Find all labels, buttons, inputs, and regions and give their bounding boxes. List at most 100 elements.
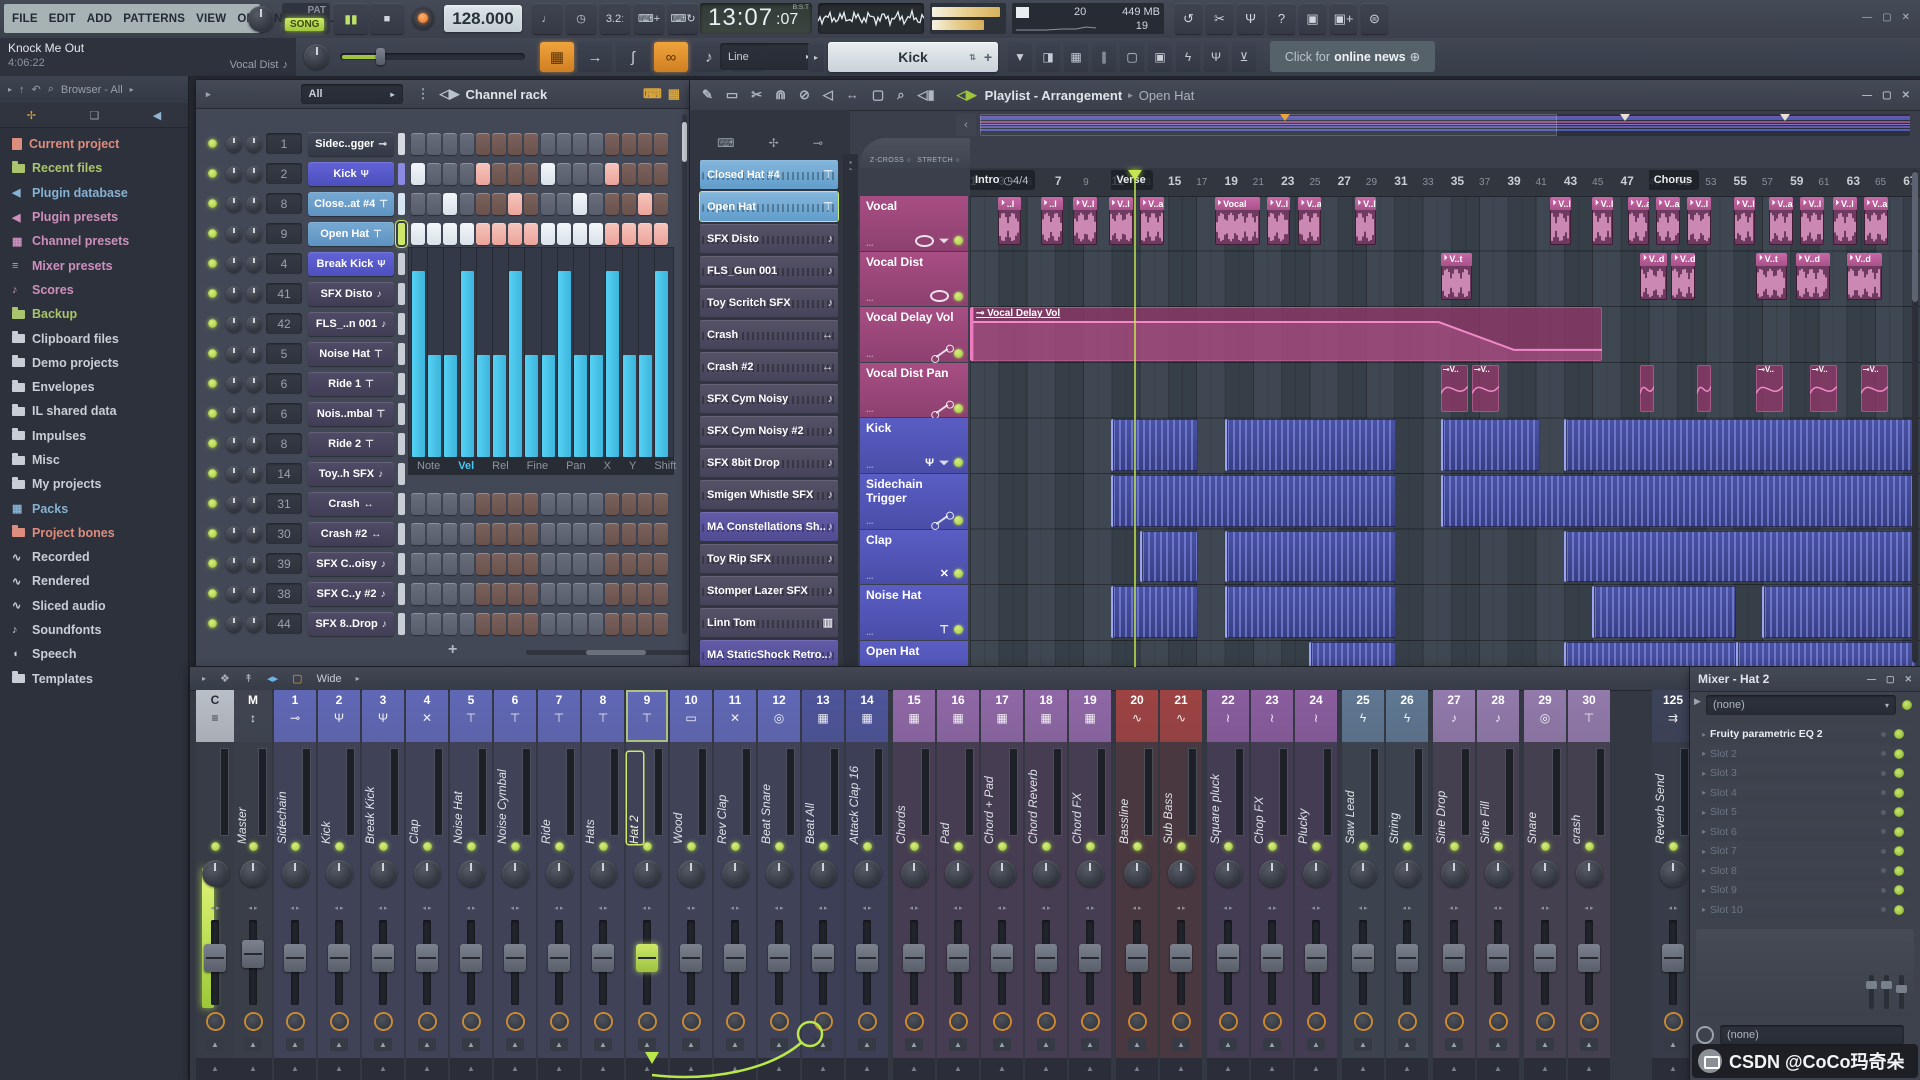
tab-audio-icon[interactable]: ✢ — [27, 109, 36, 122]
browser-item-project-bones[interactable]: Project bones — [0, 521, 188, 545]
step-11[interactable] — [573, 613, 587, 635]
strip-header[interactable]: 7 ⊤ — [538, 690, 580, 742]
picker-item-open-hat[interactable]: Open Hat ⊤ — [699, 191, 839, 222]
strip-pan-knob[interactable] — [633, 860, 661, 887]
strip-led[interactable] — [642, 842, 652, 851]
mixer-strip-chord-fx[interactable]: 19 ▦ Chord FX ◂ ▸ ▲ ▲ — [1069, 690, 1111, 1080]
automation-clip-small[interactable]: ⊸V.. — [1809, 364, 1837, 413]
pattern-clip[interactable] — [1563, 530, 1917, 583]
strip-dock-arrow[interactable]: ▲ — [1207, 1058, 1249, 1080]
browser-item-plugin-database[interactable]: ◀ Plugin database — [0, 181, 188, 205]
automation-clip[interactable]: ⊸ Vocal Delay Vol — [970, 307, 1603, 361]
step-8[interactable] — [524, 583, 539, 605]
channel-enable-led[interactable] — [208, 469, 217, 478]
stop-button[interactable]: ■ — [370, 3, 404, 34]
velocity-bar[interactable] — [638, 355, 652, 457]
channel-enable-led[interactable] — [208, 259, 217, 268]
velocity-bar[interactable] — [412, 271, 425, 457]
strip-header[interactable]: 125 ⇉ — [1652, 690, 1694, 742]
picker-item-ma-staticshock-retro-[interactable]: MA StaticShock Retro.. ♪ — [700, 640, 838, 667]
audio-clip[interactable]: ⏵V..al — [1298, 197, 1321, 245]
velocity-bar[interactable] — [476, 355, 490, 457]
step-12[interactable] — [589, 223, 604, 245]
step-8[interactable] — [524, 553, 539, 575]
step-7[interactable] — [508, 583, 523, 605]
step-2[interactable] — [427, 523, 442, 545]
step-15[interactable] — [637, 493, 652, 515]
strip-dock-arrow[interactable]: ▲ — [1433, 1058, 1475, 1080]
step-7[interactable] — [508, 223, 523, 245]
strip-fader-handle[interactable] — [1305, 944, 1327, 972]
chevron-right-icon[interactable]: ▶ — [1694, 696, 1701, 707]
strip-pan-knob[interactable] — [589, 860, 617, 887]
stereo-sep-icons[interactable]: ◂ ▸ — [599, 904, 608, 912]
slicer-icon[interactable]: ✂ — [1206, 3, 1233, 34]
stereo-sep-icons[interactable]: ◂ ▸ — [910, 904, 919, 912]
strip-send-knob[interactable] — [287, 1014, 303, 1029]
strip-led[interactable] — [466, 842, 476, 851]
strip-send-knob[interactable] — [1665, 1014, 1681, 1029]
track-led[interactable] — [954, 624, 963, 634]
mixer-strip-ride[interactable]: 7 ⊤ Ride ◂ ▸ ▲ ▲ — [538, 690, 580, 1080]
slide-icon[interactable]: ʃ — [616, 42, 650, 72]
strip-pan-knob[interactable] — [677, 860, 705, 887]
step-11[interactable] — [573, 583, 587, 605]
strip-header[interactable]: 6 ⊤ — [494, 690, 536, 742]
strip-header[interactable]: M ↕ — [234, 690, 272, 742]
step-4[interactable] — [459, 223, 474, 245]
fx-slot-led[interactable] — [1894, 885, 1904, 895]
mute-tool-icon[interactable]: ◁ — [823, 87, 833, 103]
step-14[interactable] — [621, 493, 636, 515]
tempo-display[interactable]: 128.000 — [444, 5, 522, 32]
channel-pan-knob[interactable] — [226, 526, 242, 542]
strip-fader-handle[interactable] — [768, 944, 790, 972]
send-to-playlist-icon[interactable]: ▼ — [1008, 42, 1032, 72]
volume-handle[interactable] — [376, 48, 385, 65]
channel-number[interactable]: 30 — [266, 523, 302, 544]
strip-route-arrow[interactable]: ▲ — [244, 1038, 262, 1051]
strip-route-arrow[interactable]: ▲ — [506, 1038, 524, 1051]
strip-fader-handle[interactable] — [856, 944, 878, 972]
stereo-sep-icons[interactable]: ◂ ▸ — [687, 904, 696, 912]
mixer-strip-plucky[interactable]: 24 ≀ Plucky ◂ ▸ ▲ ▲ — [1295, 690, 1337, 1080]
record-button[interactable] — [412, 7, 434, 29]
strip-fader-handle[interactable] — [947, 944, 969, 972]
audio-clip[interactable]: ⏵ Vocal — [1214, 197, 1260, 245]
step-14[interactable] — [621, 523, 636, 545]
fx-slot-7[interactable]: ▸ Slot 7 — [1698, 842, 1910, 860]
layout-icon[interactable]: ▢ — [292, 672, 302, 685]
playlist-window-controls[interactable]: — ▢ ✕ — [1862, 90, 1910, 101]
import-icon[interactable]: ⊻ — [1232, 42, 1256, 72]
channel-volume-knob[interactable] — [246, 556, 262, 572]
strip-send-knob[interactable] — [906, 1014, 922, 1029]
step-3[interactable] — [443, 583, 458, 605]
step-16[interactable] — [654, 553, 668, 575]
channel-button[interactable]: Nois..mbal ⊤ — [308, 402, 394, 426]
maximize-icon[interactable]: ▢ — [1886, 674, 1895, 685]
mixer-strip-chord-pad[interactable]: 17 ▦ Chord + Pad ◂ ▸ ▲ ▲ — [981, 690, 1023, 1080]
picker-keys-icon[interactable]: ⌨ — [717, 136, 734, 150]
browser-item-envelopes[interactable]: Envelopes — [0, 375, 188, 399]
preview-tool-icon[interactable]: ◁▮ — [918, 87, 935, 103]
step-8[interactable] — [524, 523, 539, 545]
picker-item-smigen-whistle-sfx[interactable]: Smigen Whistle SFX ♪ — [700, 480, 838, 509]
menu-item-file[interactable]: FILE — [12, 13, 38, 25]
audio-clip[interactable]: ⏵ V..d — [1671, 252, 1696, 301]
browser-item-my-projects[interactable]: My projects — [0, 472, 188, 496]
automation-clip-small[interactable] — [1640, 364, 1655, 413]
tab-plugins-icon[interactable]: ◀ — [153, 109, 161, 122]
mixer-strip-chop-fx[interactable]: 23 ≀ Chop FX ◂ ▸ ▲ ▲ — [1251, 690, 1293, 1080]
channel-button[interactable]: Toy..h SFX ♪ — [308, 462, 394, 486]
marker-intro[interactable]: Intro ◷4/4 — [970, 170, 1036, 190]
channel-pan-knob[interactable] — [226, 196, 242, 212]
fx-slot-dot[interactable] — [1881, 829, 1886, 834]
browser-item-soundfonts[interactable]: ♪ Soundfonts — [0, 618, 188, 642]
up-arrow-icon[interactable]: ↑ — [19, 84, 25, 96]
fx-slot-dot[interactable] — [1881, 887, 1886, 893]
channel-volume-knob[interactable] — [246, 586, 262, 602]
channel-enable-led[interactable] — [208, 439, 217, 448]
audio-clip[interactable]: ⏵ V..l — [1549, 197, 1571, 245]
mixer-strip-snare[interactable]: 29 ◎ Snare ◂ ▸ ▲ ▲ — [1524, 690, 1566, 1080]
step-11[interactable] — [573, 133, 587, 155]
strip-fader-handle[interactable] — [903, 944, 925, 972]
